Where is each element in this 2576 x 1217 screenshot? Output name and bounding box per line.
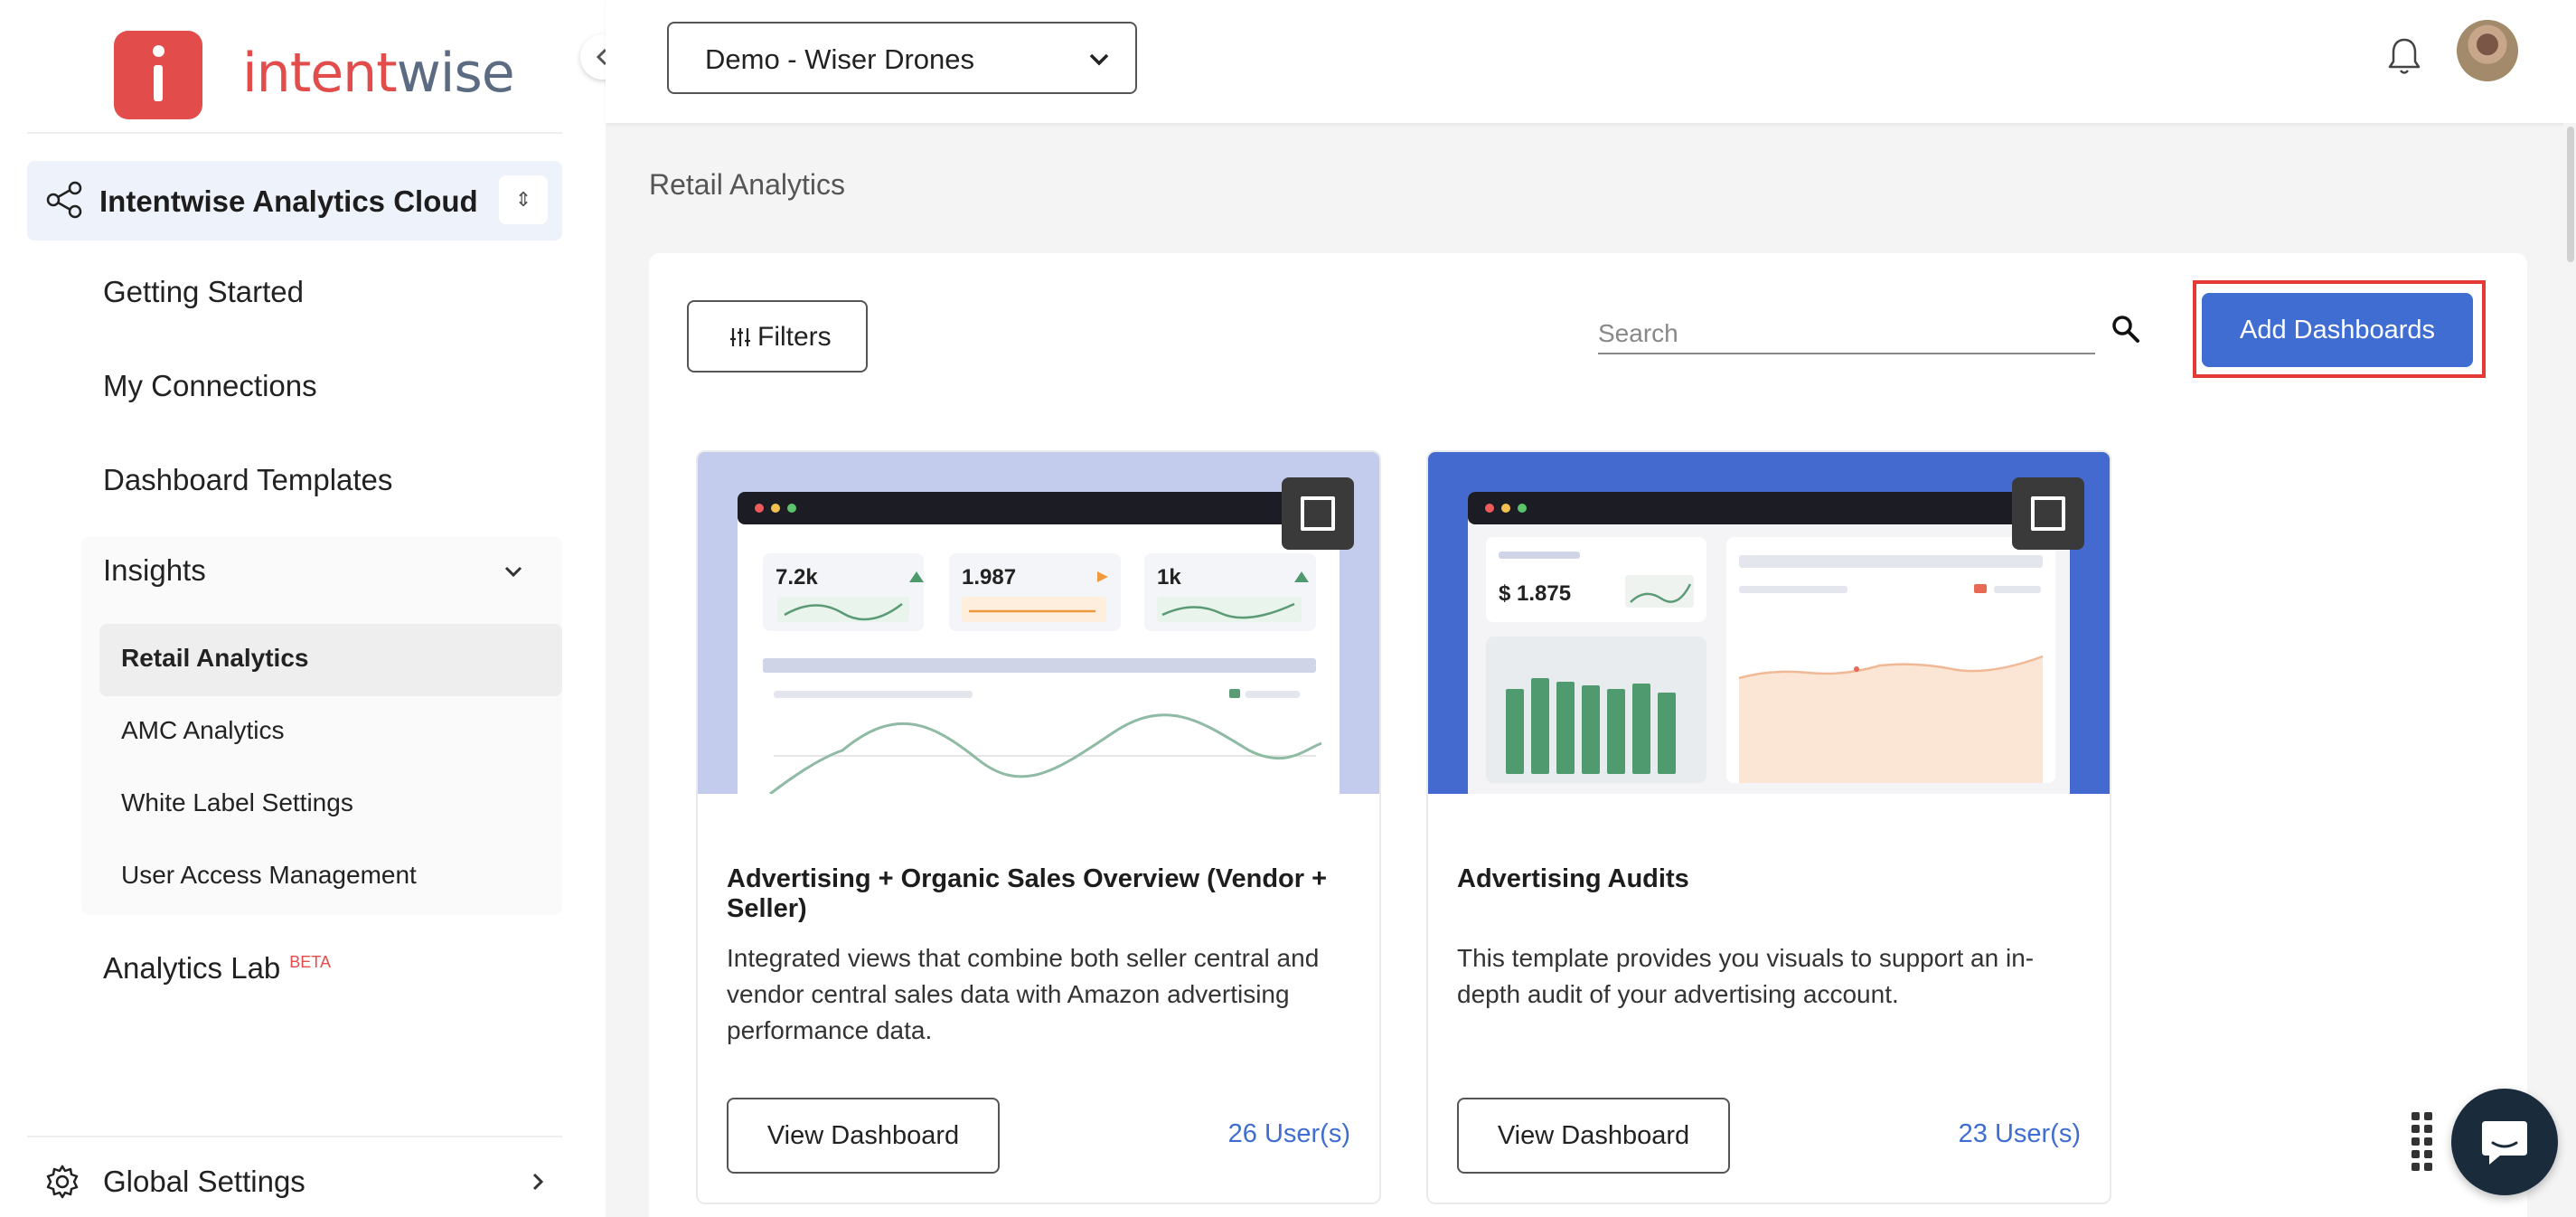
users-count-link[interactable]: 26 User(s)	[1228, 1119, 1350, 1149]
add-dashboards-button[interactable]: Add Dashboards	[2202, 293, 2473, 367]
logo-wordmark: intentwise	[242, 42, 515, 105]
avatar[interactable]	[2457, 20, 2518, 81]
select-checkbox[interactable]	[2012, 477, 2084, 550]
bell-icon[interactable]	[2384, 34, 2424, 78]
search-icon[interactable]	[2110, 313, 2142, 345]
card-title: Advertising + Organic Sales Overview (Ve…	[727, 864, 1328, 923]
card-description: This template provides you visuals to su…	[1457, 944, 2035, 1008]
sidebar-item-my-connections[interactable]: My Connections	[103, 369, 317, 403]
users-count-link[interactable]: 23 User(s)	[1959, 1119, 2081, 1149]
dashboard-preview-image: $ 1.875	[1428, 452, 2110, 794]
gear-icon	[46, 1165, 79, 1199]
analytics-lab-label: Analytics Lab	[103, 951, 281, 985]
org-select-dropdown[interactable]: Demo - Wiser Drones	[667, 22, 1137, 94]
select-checkbox[interactable]	[1282, 477, 1354, 550]
share-nodes-icon	[46, 181, 82, 219]
logo-mark-icon	[114, 31, 202, 119]
sidebar: intentwise Intentwise Analytics Cloud ⇕ …	[0, 0, 606, 1217]
dashboard-card: $ 1.875 Advertising Audits This template…	[1426, 450, 2111, 1204]
global-settings-label: Global Settings	[103, 1165, 306, 1198]
org-select-value: Demo - Wiser Drones	[705, 43, 974, 75]
sidebar-item-analytics-lab[interactable]: Analytics Lab BETA	[103, 951, 331, 986]
search-box	[1598, 304, 2144, 362]
sidebar-item-getting-started[interactable]: Getting Started	[103, 275, 304, 309]
scrollbar-thumb[interactable]	[2567, 127, 2574, 262]
top-bar: Demo - Wiser Drones	[606, 0, 2576, 123]
preview-kpi-2: 1.987	[962, 565, 1016, 590]
sidebar-item-user-access-management[interactable]: User Access Management	[121, 861, 417, 890]
beta-badge: BETA	[289, 953, 331, 971]
card-description: Integrated views that combine both selle…	[727, 944, 1320, 1044]
page-title: Retail Analytics	[649, 168, 845, 201]
chat-bubble-icon	[2482, 1121, 2527, 1165]
dashboard-card: 7.2k 1.987 1k Advertising + Organic Sale…	[696, 450, 1381, 1204]
view-dashboard-button[interactable]: View Dashboard	[1457, 1098, 1730, 1174]
insights-group: Insights Retail Analytics AMC Analytics …	[81, 537, 562, 915]
chat-button[interactable]	[2451, 1089, 2558, 1195]
filters-button[interactable]: Filters	[687, 300, 868, 373]
chevron-down-icon	[1089, 53, 1109, 66]
scrollbar[interactable]	[2563, 123, 2576, 1217]
search-input[interactable]	[1598, 315, 2095, 354]
sidebar-item-dashboard-templates[interactable]: Dashboard Templates	[103, 463, 392, 497]
card-title: Advertising Audits	[1457, 864, 1689, 893]
preview-kpi-1: $ 1.875	[1499, 581, 1571, 606]
sidebar-item-insights[interactable]: Insights	[103, 553, 206, 588]
sidebar-item-retail-analytics[interactable]: Retail Analytics	[121, 644, 308, 673]
divider	[27, 1136, 562, 1137]
chevron-right-icon	[532, 1173, 544, 1191]
preview-kpi-3: 1k	[1157, 565, 1181, 590]
drag-handle-icon[interactable]	[2410, 1110, 2435, 1172]
filters-label: Filters	[757, 322, 832, 352]
sliders-icon	[730, 328, 750, 346]
workspace-label: Intentwise Analytics Cloud	[99, 184, 478, 218]
chevron-down-icon[interactable]	[501, 559, 526, 584]
brand-logo[interactable]: intentwise	[0, 0, 606, 134]
view-dashboard-button[interactable]: View Dashboard	[727, 1098, 1000, 1174]
divider	[27, 132, 562, 134]
dashboard-preview-image: 7.2k 1.987 1k	[698, 452, 1379, 794]
sidebar-item-white-label-settings[interactable]: White Label Settings	[121, 788, 353, 817]
preview-kpi-1: 7.2k	[776, 565, 818, 590]
sidebar-item-amc-analytics[interactable]: AMC Analytics	[121, 716, 285, 745]
dashboards-panel: Filters Add Dashboards 7.2k 1.987 1k	[649, 253, 2527, 1217]
workspace-switcher[interactable]: Intentwise Analytics Cloud ⇕	[27, 161, 562, 241]
sidebar-item-global-settings[interactable]: Global Settings	[43, 1163, 550, 1203]
workspace-toggle-icon[interactable]: ⇕	[499, 175, 548, 224]
